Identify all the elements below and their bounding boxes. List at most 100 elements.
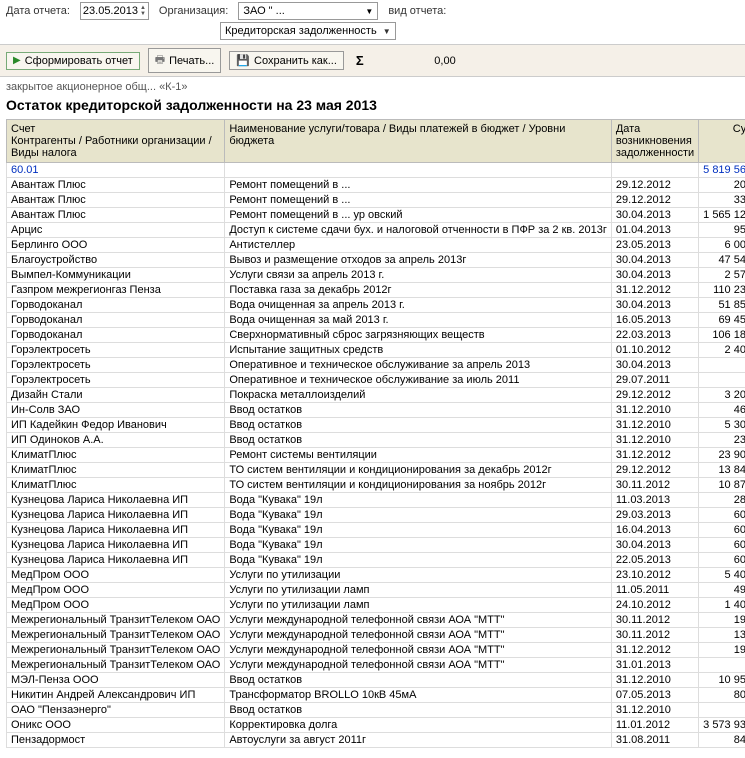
cell-contr: КлиматПлюс: [7, 448, 225, 463]
table-row[interactable]: ИП Одиноков А.А.Ввод остатков31.12.20102…: [7, 433, 745, 448]
save-as-button[interactable]: 💾 Сохранить как...: [229, 51, 344, 70]
cell-sum: 3 573 937,00: [699, 718, 745, 733]
report-type-dropdown[interactable]: Кредиторская задолженность ▼: [220, 22, 396, 40]
org-value: ЗАО " ...: [243, 5, 284, 17]
table-row[interactable]: Газпром межрегионгаз ПензаПоставка газа …: [7, 283, 745, 298]
form-report-button[interactable]: ▶ Сформировать отчет: [6, 52, 140, 70]
cell-name: Сверхнормативный сброс загрязняющих веще…: [225, 328, 612, 343]
cell-sum: 230,00: [699, 433, 745, 448]
table-row[interactable]: МЭЛ-Пенза ОООВвод остатков31.12.201010 9…: [7, 673, 745, 688]
date-label: Дата отчета:: [6, 5, 70, 17]
table-row[interactable]: Межрегиональный ТранзитТелеком ОАОУслуги…: [7, 643, 745, 658]
cell-name: Услуги по утилизации: [225, 568, 612, 583]
header-account: Счет Контрагенты / Работники организации…: [7, 120, 225, 163]
cell-name: Услуги международной телефонной связи АО…: [225, 643, 612, 658]
cell-date: 16.04.2013: [611, 523, 698, 538]
table-row[interactable]: Кузнецова Лариса Николаевна ИПВода "Кува…: [7, 493, 745, 508]
account-code[interactable]: 60.01: [7, 163, 225, 178]
cell-name: Услуги международной телефонной связи АО…: [225, 658, 612, 673]
printer-icon: 🖶: [155, 51, 165, 70]
cell-sum: 950,00: [699, 223, 745, 238]
header-sum: Сумма: [699, 120, 745, 163]
cell-contr: КлиматПлюс: [7, 463, 225, 478]
cell-sum: 339,00: [699, 193, 745, 208]
cell-sum: 600,00: [699, 553, 745, 568]
table-row[interactable]: ГорэлектросетьИспытание защитных средств…: [7, 343, 745, 358]
table-row[interactable]: Авантаж ПлюсРемонт помещений в ... ур ов…: [7, 208, 745, 223]
cell-name: Услуги международной телефонной связи АО…: [225, 613, 612, 628]
cell-contr: Кузнецова Лариса Николаевна ИП: [7, 508, 225, 523]
table-row[interactable]: АрцисДоступ к системе сдачи бух. и налог…: [7, 223, 745, 238]
table-row[interactable]: Оникс ОООКорректировка долга11.01.20123 …: [7, 718, 745, 733]
table-row[interactable]: ГорэлектросетьОперативное и техническое …: [7, 373, 745, 388]
cell-date: 23.05.2013: [611, 238, 698, 253]
table-row[interactable]: ГорэлектросетьОперативное и техническое …: [7, 358, 745, 373]
cell-date: 30.04.2013: [611, 298, 698, 313]
table-row[interactable]: КлиматПлюсРемонт системы вентиляции31.12…: [7, 448, 745, 463]
table-row[interactable]: ОАО "Пензаэнерго"Ввод остатков31.12.2010…: [7, 703, 745, 718]
cell-contr: Оникс ООО: [7, 718, 225, 733]
table-row[interactable]: МедПром ОООУслуги по утилизации ламп24.1…: [7, 598, 745, 613]
table-row[interactable]: Авантаж ПлюсРемонт помещений в ...29.12.…: [7, 178, 745, 193]
cell-contr: Кузнецова Лариса Николаевна ИП: [7, 493, 225, 508]
print-button[interactable]: 🖶 Печать...: [148, 48, 222, 73]
cell-name: Трансформатор BROLLO 10кВ 45мА: [225, 688, 612, 703]
table-row[interactable]: МедПром ОООУслуги по утилизации23.10.201…: [7, 568, 745, 583]
cell-name: Услуги по утилизации ламп: [225, 598, 612, 613]
table-row[interactable]: БлагоустройствоВывоз и размещение отходо…: [7, 253, 745, 268]
table-row[interactable]: Межрегиональный ТранзитТелеком ОАОУслуги…: [7, 658, 745, 673]
cell-date: 22.05.2013: [611, 553, 698, 568]
table-row[interactable]: ГорводоканалВода очищенная за апрель 201…: [7, 298, 745, 313]
cell-date: 31.08.2011: [611, 733, 698, 748]
table-row[interactable]: ИП Кадейкин Федор ИвановичВвод остатков3…: [7, 418, 745, 433]
cell-sum: 0,06: [699, 358, 745, 373]
sigma-value: 0,00: [376, 55, 460, 67]
header-date: Дата возникновения задолженности: [611, 120, 698, 163]
report-area: закрытое акционерное общ... «К-1» Остато…: [0, 77, 745, 758]
table-row[interactable]: Межрегиональный ТранзитТелеком ОАОУслуги…: [7, 628, 745, 643]
table-row[interactable]: Межрегиональный ТранзитТелеком ОАОУслуги…: [7, 613, 745, 628]
table-row[interactable]: Авантаж ПлюсРемонт помещений в ...29.12.…: [7, 193, 745, 208]
table-row[interactable]: Дизайн СталиПокраска металлоизделий29.12…: [7, 388, 745, 403]
cell-contr: Горэлектросеть: [7, 343, 225, 358]
cell-date: 31.12.2010: [611, 703, 698, 718]
table-row[interactable]: Берлинго ОООАнтистеллер23.05.20136 001,0…: [7, 238, 745, 253]
table-row[interactable]: Ин-Солв ЗАОВвод остатков31.12.2010463,57: [7, 403, 745, 418]
table-row[interactable]: Вымпел-КоммуникацииУслуги связи за апрел…: [7, 268, 745, 283]
cell-contr: ИП Одиноков А.А.: [7, 433, 225, 448]
cell-name: Оперативное и техническое обслуживание з…: [225, 373, 612, 388]
report-date-input[interactable]: 23.05.2013 ▲▼: [80, 2, 149, 20]
cell-date: 30.11.2012: [611, 628, 698, 643]
table-row[interactable]: Кузнецова Лариса Николаевна ИПВода "Кува…: [7, 508, 745, 523]
cell-contr: ИП Кадейкин Федор Иванович: [7, 418, 225, 433]
date-spinner[interactable]: ▲▼: [140, 5, 146, 17]
cell-date: 01.10.2012: [611, 343, 698, 358]
cell-name: Вода "Кувака" 19л: [225, 523, 612, 538]
cell-name: Вода очищенная за май 2013 г.: [225, 313, 612, 328]
table-row[interactable]: ГорводоканалСверхнормативный сброс загря…: [7, 328, 745, 343]
cell-sum: 2 575,10: [699, 268, 745, 283]
table-row[interactable]: ПензадормостАвтоуслуги за август 2011г31…: [7, 733, 745, 748]
cell-sum: 209,00: [699, 178, 745, 193]
cell-date: 31.12.2010: [611, 403, 698, 418]
table-row[interactable]: Кузнецова Лариса Николаевна ИПВода "Кува…: [7, 553, 745, 568]
cell-date: 30.04.2013: [611, 208, 698, 223]
table-row[interactable]: КлиматПлюсТО систем вентиляции и кондици…: [7, 463, 745, 478]
cell-sum: 600,00: [699, 523, 745, 538]
cell-date: 24.10.2012: [611, 598, 698, 613]
table-row[interactable]: МедПром ОООУслуги по утилизации ламп11.0…: [7, 583, 745, 598]
table-row[interactable]: Кузнецова Лариса Николаевна ИПВода "Кува…: [7, 523, 745, 538]
org-input[interactable]: ЗАО " ... ▼: [238, 2, 378, 20]
table-row[interactable]: КлиматПлюсТО систем вентиляции и кондици…: [7, 478, 745, 493]
cell-sum: 194,43: [699, 613, 745, 628]
table-row[interactable]: Кузнецова Лариса Николаевна ИПВода "Кува…: [7, 538, 745, 553]
table-row[interactable]: ГорводоканалВода очищенная за май 2013 г…: [7, 313, 745, 328]
cell-contr: Дизайн Стали: [7, 388, 225, 403]
cell-date: 29.07.2011: [611, 373, 698, 388]
cell-date: 31.12.2012: [611, 643, 698, 658]
table-row[interactable]: Никитин Андрей Александрович ИПТрансформ…: [7, 688, 745, 703]
cell-sum: 5 300,00: [699, 418, 745, 433]
cell-date: 29.03.2013: [611, 508, 698, 523]
cell-name: Ремонт помещений в ... ур овский: [225, 208, 612, 223]
cell-name: Ремонт помещений в ...: [225, 178, 612, 193]
